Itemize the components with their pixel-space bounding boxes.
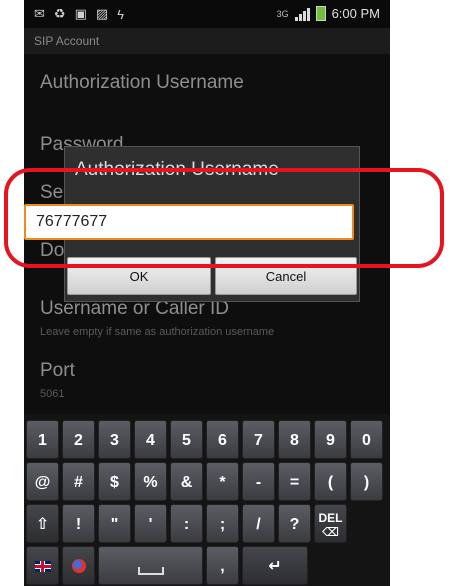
input-wrapper: 76777677 <box>24 204 380 240</box>
key-hash[interactable]: # <box>62 462 95 501</box>
key-8[interactable]: 8 <box>278 420 311 459</box>
network-type: 3G <box>276 8 289 19</box>
keyboard-row-punctuation: ⇧ ! " ' : ; / ? DEL ⌫ <box>26 504 347 543</box>
username-input[interactable]: 76777677 <box>24 204 354 240</box>
key-colon[interactable]: : <box>170 504 203 543</box>
input-mode-key[interactable] <box>62 546 95 585</box>
key-apostrophe[interactable]: ' <box>134 504 167 543</box>
key-9[interactable]: 9 <box>314 420 347 459</box>
key-0[interactable]: 0 <box>350 420 383 459</box>
signal-icon <box>294 7 310 21</box>
key-2[interactable]: 2 <box>62 420 95 459</box>
key-ampersand[interactable]: & <box>170 462 203 501</box>
globe-icon <box>71 559 86 573</box>
key-3[interactable]: 3 <box>98 420 131 459</box>
phone-screen: ✉ ♻ ▣ ▨ ϟ 3G 6:00 PM SIP Account Authori… <box>24 0 390 586</box>
key-minus[interactable]: - <box>242 462 275 501</box>
pref-port[interactable]: Port 5061 <box>40 360 75 400</box>
key-at[interactable]: @ <box>26 462 59 501</box>
enter-key[interactable]: ↵ <box>242 546 308 585</box>
key-comma[interactable]: , <box>206 546 239 585</box>
key-1[interactable]: 1 <box>26 420 59 459</box>
calendar-icon: ▣ <box>74 6 87 21</box>
key-5[interactable]: 5 <box>170 420 203 459</box>
shift-arrow-icon: ⇧ <box>35 516 50 533</box>
pref-username-caller-id[interactable]: Username or Caller ID Leave empty if sam… <box>40 298 274 338</box>
soft-keyboard: 1 2 3 4 5 6 7 8 9 0 @ # $ % & * - = ( ) … <box>24 414 390 586</box>
status-icons: 3G 6:00 PM <box>277 6 380 21</box>
shift-key[interactable]: ⇧ <box>26 504 59 543</box>
key-exclamation[interactable]: ! <box>62 504 95 543</box>
uk-flag-icon <box>34 561 51 572</box>
gallery-icon: ▨ <box>95 6 109 21</box>
pref-title: Port <box>40 360 75 381</box>
status-bar: ✉ ♻ ▣ ▨ ϟ 3G 6:00 PM <box>24 0 390 28</box>
key-question[interactable]: ? <box>278 504 311 543</box>
delete-key[interactable]: DEL ⌫ <box>314 504 347 543</box>
key-slash[interactable]: / <box>242 504 275 543</box>
key-4[interactable]: 4 <box>134 420 167 459</box>
key-double-quote[interactable]: " <box>98 504 131 543</box>
notification-icons: ✉ ♻ ▣ ▨ ϟ <box>34 6 124 22</box>
pref-title: Authorization Username <box>40 72 244 93</box>
enter-icon: ↵ <box>268 558 282 575</box>
recycle-icon: ♻ <box>53 6 66 21</box>
keyboard-row-bottom: , ↵ <box>26 546 308 585</box>
pref-authorization-username[interactable]: Authorization Username <box>40 72 244 94</box>
delete-label: DEL <box>318 511 343 525</box>
key-asterisk[interactable]: * <box>206 462 239 501</box>
keyboard-row-symbols: @ # $ % & * - = ( ) <box>26 462 383 501</box>
pref-summary: Leave empty if same as authorization use… <box>40 326 275 338</box>
key-dollar[interactable]: $ <box>98 462 131 501</box>
space-icon <box>137 567 164 575</box>
app-bar-title: SIP Account <box>24 28 390 54</box>
key-close-paren[interactable]: ) <box>350 462 383 501</box>
language-key[interactable] <box>26 546 59 585</box>
key-equals[interactable]: = <box>278 462 311 501</box>
space-key[interactable] <box>98 546 203 585</box>
pref-summary: 5061 <box>40 388 65 400</box>
key-open-paren[interactable]: ( <box>314 462 347 501</box>
key-6[interactable]: 6 <box>206 420 239 459</box>
key-percent[interactable]: % <box>134 462 167 501</box>
key-7[interactable]: 7 <box>242 420 275 459</box>
email-icon: ✉ <box>34 6 45 21</box>
usb-icon: ϟ <box>117 6 125 22</box>
clock: 6:00 PM <box>331 6 380 21</box>
backspace-icon: ⌫ <box>322 525 339 539</box>
key-semicolon[interactable]: ; <box>206 504 239 543</box>
keyboard-row-numbers: 1 2 3 4 5 6 7 8 9 0 <box>26 420 383 459</box>
battery-icon <box>315 6 326 21</box>
